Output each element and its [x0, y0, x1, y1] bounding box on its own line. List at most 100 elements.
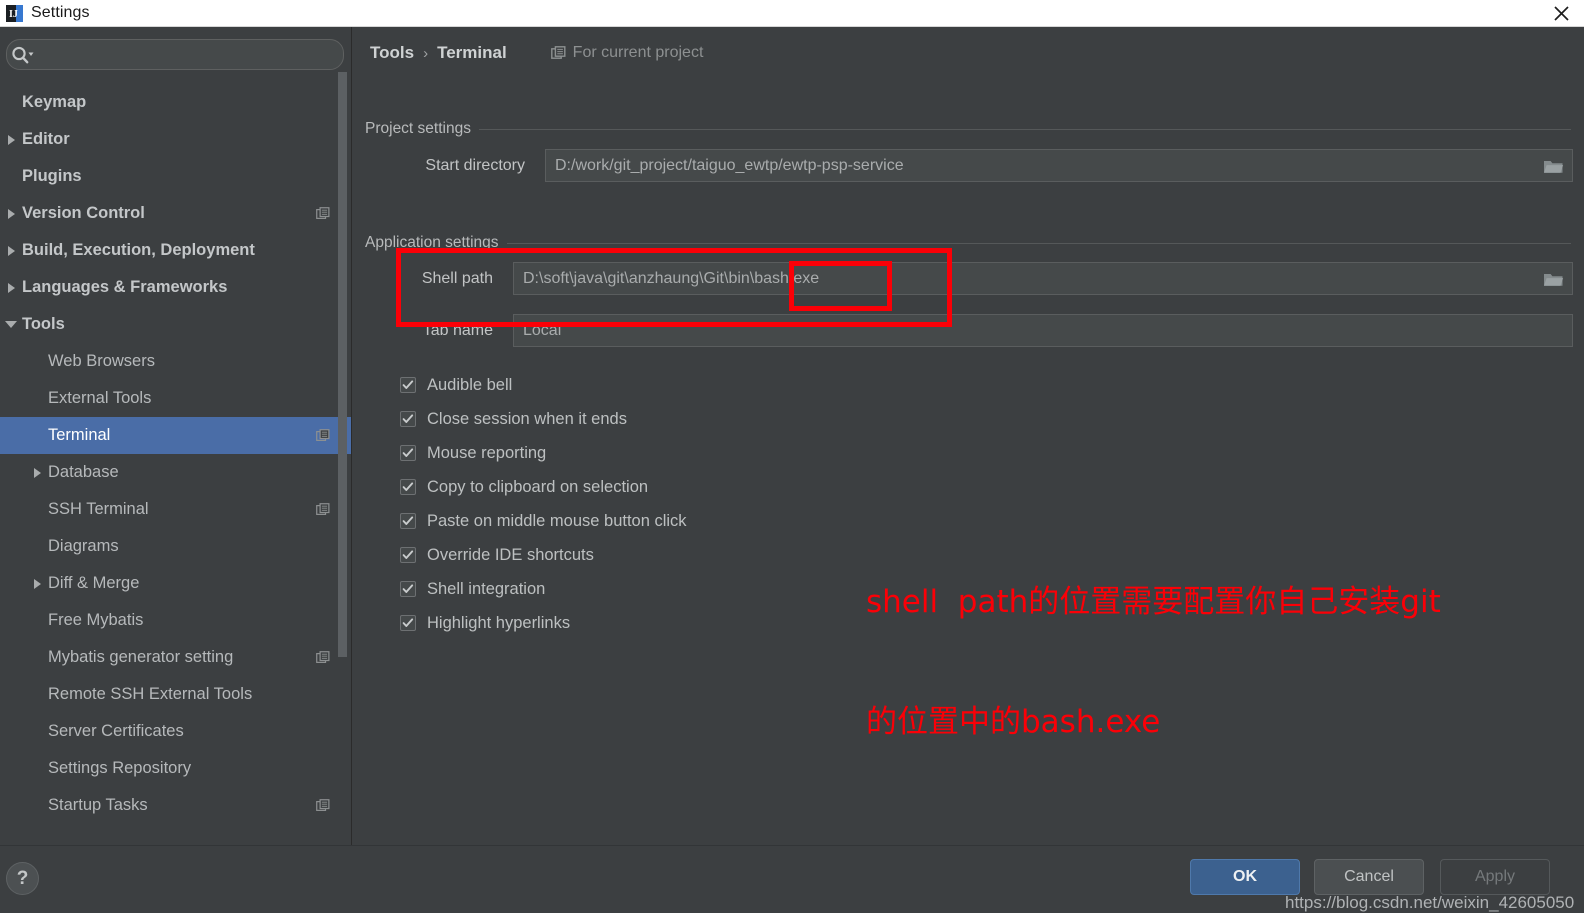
- help-button[interactable]: ?: [6, 862, 39, 895]
- app-logo-icon: IJ: [6, 4, 23, 22]
- chevron-right-icon[interactable]: [0, 245, 22, 256]
- breadcrumb-parent[interactable]: Tools: [370, 43, 414, 63]
- breadcrumb-separator: ›: [423, 44, 429, 62]
- application-settings-section-header: Application settings: [365, 234, 1571, 252]
- start-directory-row: Start directory D:/work/git_project/taig…: [365, 149, 1573, 182]
- chevron-right-icon[interactable]: [0, 282, 22, 293]
- checkbox-override-ide-shortcuts[interactable]: Override IDE shortcuts: [400, 538, 687, 572]
- chevron-right-icon[interactable]: [26, 578, 48, 589]
- project-scope-icon: [316, 650, 330, 665]
- sidebar-item-terminal[interactable]: Terminal: [0, 417, 351, 454]
- checkbox-label: Mouse reporting: [427, 443, 547, 462]
- checkmark-icon[interactable]: [400, 513, 416, 529]
- annotation-line-1: shell path的位置需要配置你自己安装git: [866, 584, 1441, 620]
- sidebar-item-version-control[interactable]: Version Control: [0, 195, 351, 232]
- sidebar-item-editor[interactable]: Editor: [0, 121, 351, 158]
- ok-button[interactable]: OK: [1190, 859, 1300, 895]
- sidebar-item-free-mybatis[interactable]: Free Mybatis: [0, 602, 351, 639]
- search-box[interactable]: [6, 39, 344, 70]
- sidebar-item-diagrams[interactable]: Diagrams: [0, 528, 351, 565]
- checkbox-highlight-hyperlinks[interactable]: Highlight hyperlinks: [400, 606, 687, 640]
- project-scope-icon: [550, 45, 566, 61]
- sidebar-item-ssh-terminal[interactable]: SSH Terminal: [0, 491, 351, 528]
- project-scope-icon: [316, 206, 330, 221]
- project-scope-icon: [316, 502, 330, 517]
- project-settings-title: Project settings: [365, 120, 471, 137]
- sidebar-item-label: Startup Tasks: [48, 796, 148, 814]
- sidebar-item-label: Server Certificates: [48, 722, 184, 740]
- checkbox-copy-to-clipboard-on-selection[interactable]: Copy to clipboard on selection: [400, 470, 687, 504]
- settings-tree: Keymap Editor Plugins Version Control Build…: [0, 84, 351, 844]
- sidebar-scrollbar-thumb[interactable]: [338, 72, 347, 657]
- sidebar-item-startup-tasks[interactable]: Startup Tasks: [0, 787, 351, 824]
- settings-main-panel: Tools › Terminal For current project Pro…: [353, 27, 1584, 845]
- sidebar-item-label: Free Mybatis: [48, 611, 144, 629]
- checkbox-label: Copy to clipboard on selection: [427, 477, 649, 496]
- checkbox-label: Shell integration: [427, 579, 546, 598]
- annotation-text: shell path的位置需要配置你自己安装git 的位置中的bash.exe: [866, 502, 1441, 822]
- chevron-right-icon[interactable]: [26, 467, 48, 478]
- shell-path-row: Shell path D:\soft\java\git\anzhaung\Git…: [365, 262, 1573, 295]
- sidebar-item-settings-repository[interactable]: Settings Repository: [0, 750, 351, 787]
- sidebar-item-remote-ssh-external-tools[interactable]: Remote SSH External Tools: [0, 676, 351, 713]
- tab-name-row: Tab name Local: [365, 314, 1573, 347]
- start-directory-field[interactable]: D:/work/git_project/taiguo_ewtp/ewtp-psp…: [545, 149, 1573, 182]
- sidebar-item-label: Keymap: [22, 93, 87, 111]
- settings-sidebar: Keymap Editor Plugins Version Control Build…: [0, 27, 352, 845]
- checkmark-icon[interactable]: [400, 547, 416, 563]
- chevron-down-icon[interactable]: [0, 321, 22, 328]
- sidebar-item-label: Mybatis generator setting: [48, 648, 234, 666]
- close-icon[interactable]: [1538, 0, 1584, 27]
- sidebar-item-languages-frameworks[interactable]: Languages & Frameworks: [0, 269, 351, 306]
- tab-name-label: Tab name: [422, 321, 493, 339]
- sidebar-item-database[interactable]: Database: [0, 454, 351, 491]
- checkmark-icon[interactable]: [400, 411, 416, 427]
- cancel-button[interactable]: Cancel: [1314, 859, 1424, 895]
- checkbox-audible-bell[interactable]: Audible bell: [400, 368, 687, 402]
- sidebar-item-label: Tools: [22, 315, 65, 333]
- project-scope-icon: [316, 428, 330, 443]
- sidebar-item-web-browsers[interactable]: Web Browsers: [0, 343, 351, 380]
- sidebar-item-label: Database: [48, 463, 119, 481]
- project-settings-section-header: Project settings: [365, 120, 1571, 138]
- terminal-options-list: Audible bell Close session when it ends Mo…: [400, 368, 687, 640]
- checkbox-paste-on-middle-mouse-button-click[interactable]: Paste on middle mouse button click: [400, 504, 687, 538]
- folder-icon[interactable]: [1543, 270, 1564, 287]
- sidebar-item-external-tools[interactable]: External Tools: [0, 380, 351, 417]
- shell-path-field[interactable]: D:\soft\java\git\anzhaung\Git\bin\bash.e…: [513, 262, 1573, 295]
- chevron-right-icon[interactable]: [0, 134, 22, 145]
- sidebar-item-label: Plugins: [22, 167, 82, 185]
- sidebar-item-keymap[interactable]: Keymap: [0, 84, 351, 121]
- annotation-line-2: 的位置中的bash.exe: [866, 704, 1161, 740]
- checkmark-icon[interactable]: [400, 615, 416, 631]
- sidebar-item-plugins[interactable]: Plugins: [0, 158, 351, 195]
- sidebar-item-build-execution-deployment[interactable]: Build, Execution, Deployment: [0, 232, 351, 269]
- sidebar-item-mybatis-generator-setting[interactable]: Mybatis generator setting: [0, 639, 351, 676]
- sidebar-item-label: Diagrams: [48, 537, 119, 555]
- sidebar-item-diff-merge[interactable]: Diff & Merge: [0, 565, 351, 602]
- sidebar-item-server-certificates[interactable]: Server Certificates: [0, 713, 351, 750]
- window-title-bar: IJ Settings: [0, 0, 1584, 27]
- sidebar-item-label: Web Browsers: [48, 352, 155, 370]
- application-settings-title: Application settings: [365, 234, 499, 251]
- checkmark-icon[interactable]: [400, 445, 416, 461]
- start-directory-label: Start directory: [425, 156, 525, 174]
- sidebar-item-label: Diff & Merge: [48, 574, 140, 592]
- checkbox-label: Audible bell: [427, 375, 513, 394]
- search-input[interactable]: [36, 46, 343, 63]
- sidebar-item-label: Terminal: [48, 426, 111, 444]
- checkbox-mouse-reporting[interactable]: Mouse reporting: [400, 436, 687, 470]
- chevron-right-icon[interactable]: [0, 208, 22, 219]
- breadcrumb: Tools › Terminal For current project: [370, 43, 703, 63]
- tab-name-field[interactable]: Local: [513, 314, 1573, 347]
- folder-icon[interactable]: [1543, 157, 1564, 174]
- sidebar-item-tools[interactable]: Tools: [0, 306, 351, 343]
- sidebar-item-label: External Tools: [48, 389, 152, 407]
- sidebar-item-label: Languages & Frameworks: [22, 278, 228, 296]
- checkmark-icon[interactable]: [400, 377, 416, 393]
- checkmark-icon[interactable]: [400, 581, 416, 597]
- checkmark-icon[interactable]: [400, 479, 416, 495]
- sidebar-item-label: Remote SSH External Tools: [48, 685, 253, 703]
- checkbox-shell-integration[interactable]: Shell integration: [400, 572, 687, 606]
- checkbox-close-session-when-it-ends[interactable]: Close session when it ends: [400, 402, 687, 436]
